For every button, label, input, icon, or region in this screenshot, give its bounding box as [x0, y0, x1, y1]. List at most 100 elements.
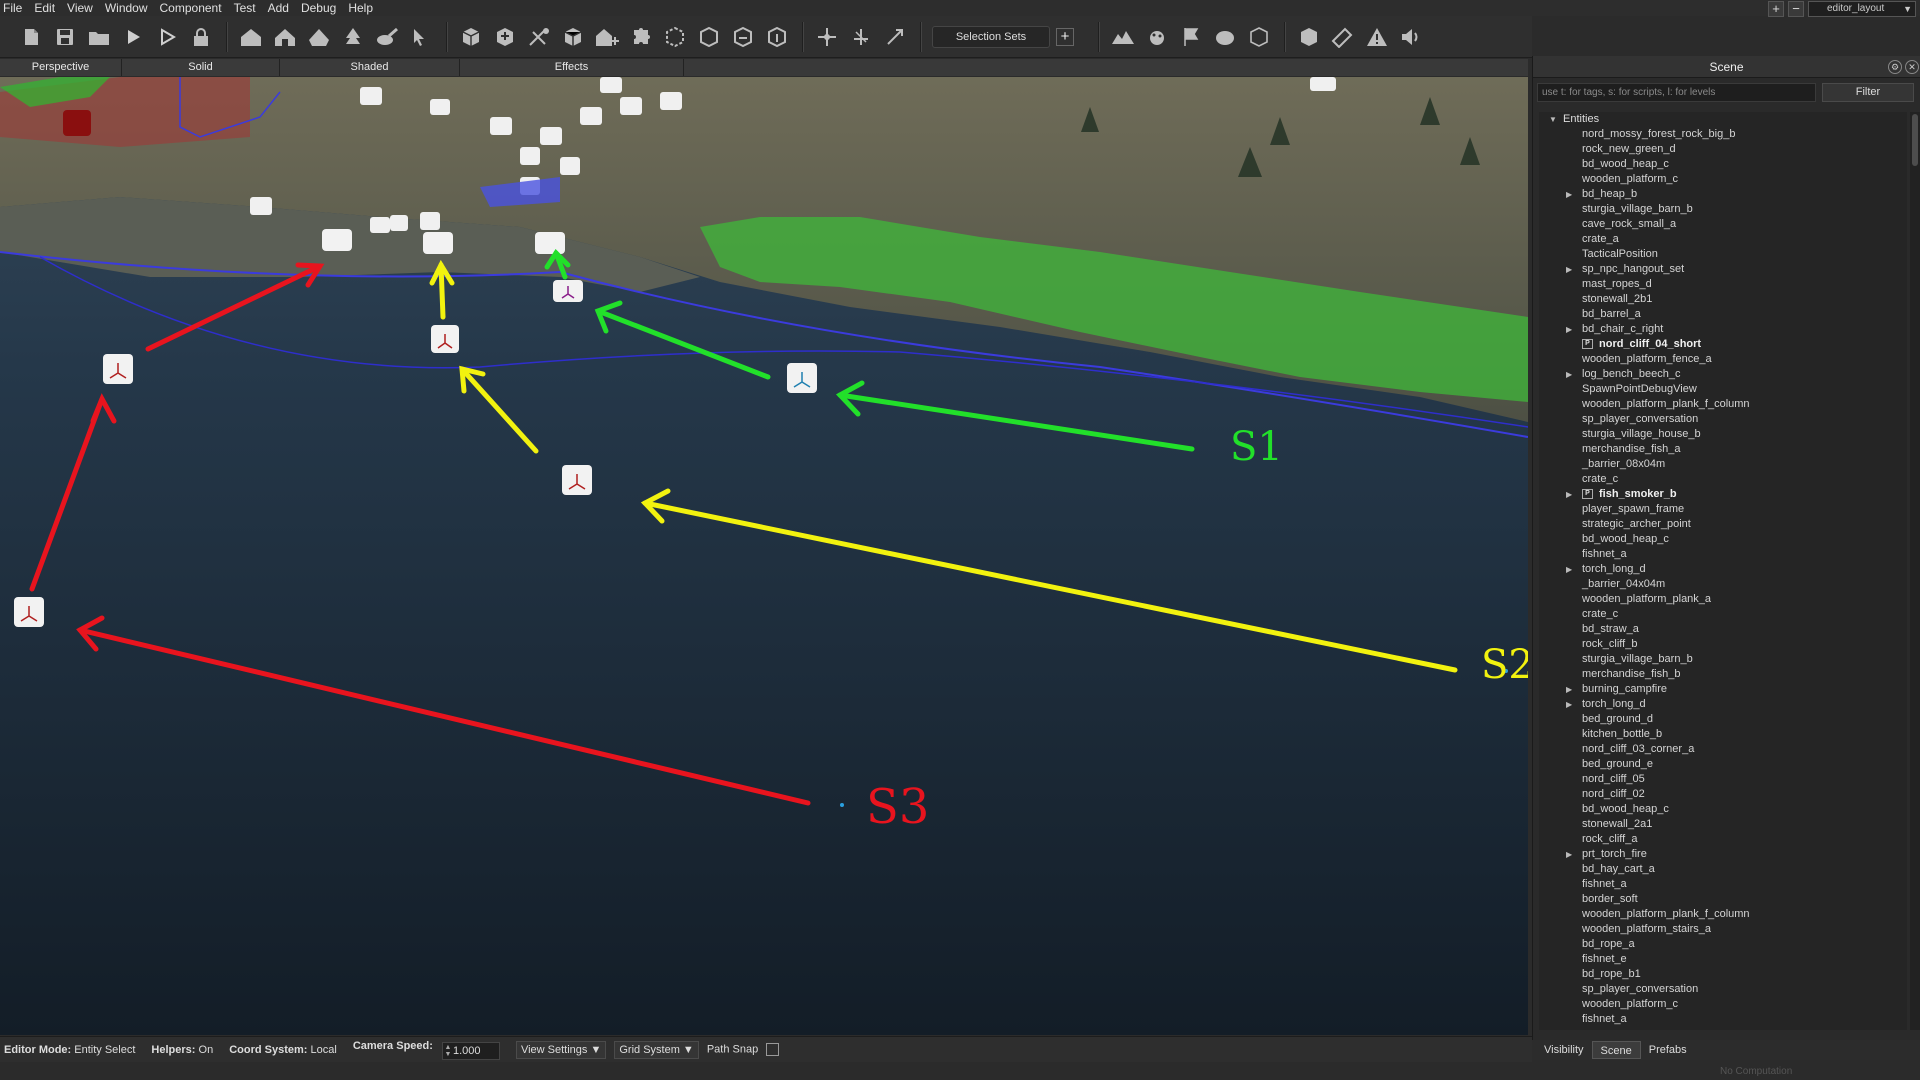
tab-perspective[interactable]: Perspective — [0, 59, 122, 76]
tree-root-entities[interactable]: ▼ Entities — [1539, 112, 1907, 127]
save-icon[interactable] — [52, 24, 78, 50]
spinner-arrows-icon[interactable]: ▲ ▼ — [443, 1044, 453, 1058]
tree-item[interactable]: ▶ log_bench_beech_c — [1539, 367, 1907, 382]
select-s-icon[interactable] — [408, 24, 434, 50]
tree-item[interactable]: rock_new_green_d — [1539, 142, 1907, 157]
layout-select[interactable]: editor_layout ▼ — [1808, 1, 1916, 17]
new-level-icon[interactable] — [18, 24, 44, 50]
view-settings-dropdown[interactable]: View Settings ▼ — [515, 1040, 607, 1059]
tab-prefabs[interactable]: Prefabs — [1641, 1041, 1695, 1059]
cube-grid-icon[interactable] — [560, 24, 586, 50]
caret-right-icon[interactable]: ▶ — [1566, 322, 1572, 337]
menu-help[interactable]: Help — [342, 0, 379, 16]
tree-item[interactable]: ▶ prt_torch_fire — [1539, 847, 1907, 862]
tree-item[interactable]: bd_rope_a — [1539, 937, 1907, 952]
menu-view[interactable]: View — [61, 0, 99, 16]
menu-window[interactable]: Window — [99, 0, 154, 16]
tree-item[interactable]: bd_wood_heap_c — [1539, 157, 1907, 172]
tree-item[interactable]: ▶ torch_long_d — [1539, 697, 1907, 712]
tree-item[interactable]: stonewall_2b1 — [1539, 292, 1907, 307]
tree-item[interactable]: Pnord_cliff_04_short — [1539, 337, 1907, 352]
tree-item[interactable]: ▶ bd_chair_c_right — [1539, 322, 1907, 337]
menu-edit[interactable]: Edit — [28, 0, 61, 16]
cube-add-icon[interactable] — [492, 24, 518, 50]
tree-item[interactable]: wooden_platform_fence_a — [1539, 352, 1907, 367]
tree-item[interactable]: nord_cliff_02 — [1539, 787, 1907, 802]
flag-icon[interactable] — [1178, 24, 1204, 50]
tree-item[interactable]: crate_c — [1539, 472, 1907, 487]
cube-p3-icon[interactable] — [764, 24, 790, 50]
brush-icon[interactable] — [374, 24, 400, 50]
tree-item[interactable]: rock_cliff_b — [1539, 637, 1907, 652]
tree-item[interactable]: fishnet_a — [1539, 877, 1907, 892]
tab-shaded[interactable]: Shaded — [280, 59, 460, 76]
tree-item[interactable]: ▶ burning_campfire — [1539, 682, 1907, 697]
tree-item[interactable]: wooden_platform_plank_f_column — [1539, 397, 1907, 412]
tree-item[interactable]: cave_rock_small_a — [1539, 217, 1907, 232]
tree-item[interactable]: rock_cliff_a — [1539, 832, 1907, 847]
roof-icon[interactable] — [306, 24, 332, 50]
tree-item[interactable]: bd_barrel_a — [1539, 307, 1907, 322]
house-icon[interactable] — [238, 24, 264, 50]
tree-item[interactable]: player_spawn_frame — [1539, 502, 1907, 517]
caret-right-icon[interactable]: ▶ — [1566, 847, 1572, 862]
blob-icon[interactable] — [1212, 24, 1238, 50]
tree-item[interactable]: nord_cliff_03_corner_a — [1539, 742, 1907, 757]
close-icon[interactable]: ✕ — [1905, 60, 1919, 74]
caret-right-icon[interactable]: ▶ — [1566, 697, 1572, 712]
tree-item[interactable]: wooden_platform_c — [1539, 172, 1907, 187]
rotate-icon[interactable] — [848, 24, 874, 50]
tree-item[interactable]: wooden_platform_plank_f_column — [1539, 907, 1907, 922]
move-icon[interactable] — [814, 24, 840, 50]
caret-down-icon[interactable]: ▼ — [1549, 112, 1563, 127]
caret-right-icon[interactable]: ▶ — [1566, 262, 1572, 277]
menu-component[interactable]: Component — [154, 0, 228, 16]
tab-solid[interactable]: Solid — [122, 59, 280, 76]
terrain-icon[interactable] — [1110, 24, 1136, 50]
scene-viewport[interactable]: S1 S2 S3 — [0, 77, 1528, 1035]
add-selection-set-button[interactable]: + — [1056, 27, 1074, 46]
scale-icon[interactable] — [882, 24, 908, 50]
tree-item[interactable]: ▶ Pfish_smoker_b — [1539, 487, 1907, 502]
add-layout-button[interactable]: + — [1768, 1, 1784, 17]
gi-cube-icon[interactable] — [1246, 24, 1272, 50]
tree-item[interactable]: fishnet_a — [1539, 1012, 1907, 1027]
building-add-icon[interactable] — [594, 24, 620, 50]
tree-item[interactable]: bed_ground_e — [1539, 757, 1907, 772]
scrollbar-thumb[interactable] — [1912, 114, 1918, 166]
menu-debug[interactable]: Debug — [295, 0, 342, 16]
scatter-icon[interactable] — [526, 24, 552, 50]
grid-system-dropdown[interactable]: Grid System ▼ — [614, 1040, 699, 1059]
tree-item[interactable]: sturgia_village_barn_b — [1539, 652, 1907, 667]
tab-scene[interactable]: Scene — [1591, 1041, 1641, 1059]
tree-item[interactable]: _barrier_04x04m — [1539, 577, 1907, 592]
open-folder-icon[interactable] — [86, 24, 112, 50]
ruler-icon[interactable] — [1330, 24, 1356, 50]
caret-right-icon[interactable]: ▶ — [1566, 367, 1572, 382]
tree-item[interactable]: sp_player_conversation — [1539, 982, 1907, 997]
tree-item[interactable]: TacticalPosition — [1539, 247, 1907, 262]
caret-right-icon[interactable]: ▶ — [1566, 682, 1572, 697]
filter-button[interactable]: Filter — [1822, 82, 1914, 102]
tree-item[interactable]: bed_ground_d — [1539, 712, 1907, 727]
tree-item[interactable]: crate_c — [1539, 607, 1907, 622]
play-outline-icon[interactable] — [154, 24, 180, 50]
barn-icon[interactable] — [272, 24, 298, 50]
tree-item[interactable]: bd_wood_heap_c — [1539, 532, 1907, 547]
entity-tree[interactable]: ▼ Entities nord_mossy_forest_rock_big_b ro… — [1539, 112, 1907, 1030]
menu-add[interactable]: Add — [262, 0, 295, 16]
tree-item[interactable]: bd_wood_heap_c — [1539, 802, 1907, 817]
tree-item[interactable]: SpawnPointDebugView — [1539, 382, 1907, 397]
tree-item[interactable]: sturgia_village_house_b — [1539, 427, 1907, 442]
tree-icon[interactable] — [340, 24, 366, 50]
speaker-icon[interactable] — [1398, 24, 1424, 50]
cube-dashed-icon[interactable] — [662, 24, 688, 50]
tree-item[interactable]: crate_a — [1539, 232, 1907, 247]
tree-item[interactable]: merchandise_fish_b — [1539, 667, 1907, 682]
cube-p1-icon[interactable] — [696, 24, 722, 50]
tree-item[interactable]: merchandise_fish_a — [1539, 442, 1907, 457]
caret-right-icon[interactable]: ▶ — [1566, 187, 1572, 202]
tree-item[interactable]: mast_ropes_d — [1539, 277, 1907, 292]
tree-item[interactable]: ▶ bd_heap_b — [1539, 187, 1907, 202]
path-snap-checkbox[interactable] — [766, 1043, 780, 1056]
